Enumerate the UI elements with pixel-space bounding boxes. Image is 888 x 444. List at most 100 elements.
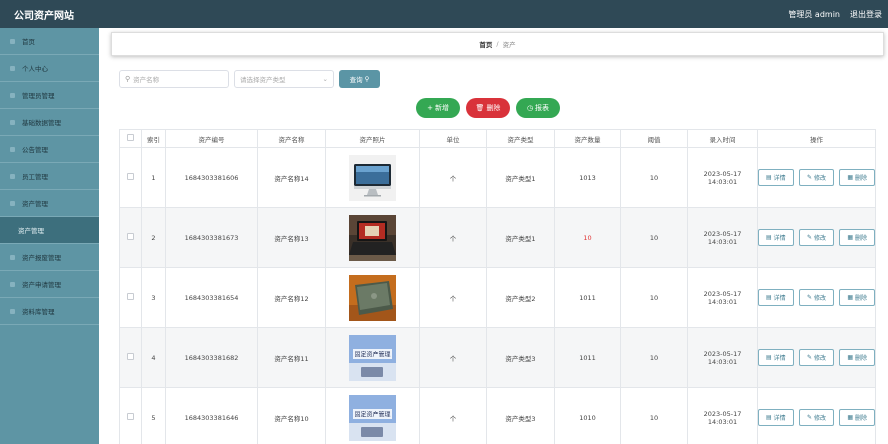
column-header[interactable]: 资产名称 — [257, 129, 326, 148]
delete-label: 删除 — [855, 235, 868, 242]
detail-button[interactable]: ▤ 详情 — [758, 169, 794, 186]
detail-button[interactable]: ▤ 详情 — [758, 289, 794, 306]
delete-label: 删除 — [855, 175, 868, 182]
row-select-cell — [119, 327, 142, 388]
edit-button[interactable]: ✎ 修改 — [798, 229, 835, 246]
search-icon: ⚲ — [364, 75, 370, 83]
table-row: 5 1684303381646 资产名称10 固定资产管理 个 资产类型3 10… — [119, 387, 876, 444]
sidebar-item-label: 公告管理 — [22, 146, 48, 154]
detail-button[interactable]: ▤ 详情 — [758, 409, 794, 426]
logout-link[interactable]: 退出登录 — [850, 9, 882, 20]
cell-code: 1684303381673 — [165, 207, 258, 268]
delete-button[interactable]: ▦ 删除 — [839, 349, 876, 366]
cell-name: 资产名称13 — [257, 207, 326, 268]
sidebar-subitem-assets[interactable]: 资产管理 — [0, 217, 99, 244]
delete-button[interactable]: ▦ 删除 — [839, 289, 876, 306]
query-button[interactable]: 查询 ⚲ — [339, 70, 380, 88]
asset-type-placeholder: 请选择资产类型 — [240, 76, 286, 84]
column-header[interactable]: 资产编号 — [165, 129, 258, 148]
delete-button[interactable]: ▦ 删除 — [839, 169, 876, 186]
column-header[interactable]: 资产数量 — [554, 129, 621, 148]
sidebar-item-profile[interactable]: 个人中心 — [0, 55, 99, 82]
select-all-checkbox[interactable] — [127, 134, 134, 141]
edit-button[interactable]: ✎ 修改 — [798, 409, 835, 426]
trash-icon: ▦ — [847, 234, 853, 241]
cell-type: 资产类型2 — [486, 267, 555, 328]
pencil-icon: ✎ — [806, 294, 813, 301]
sidebar-item-label: 资产申请管理 — [22, 281, 61, 289]
sidebar-item-home[interactable]: 首页 — [0, 28, 99, 55]
pencil-icon: ✎ — [806, 234, 813, 241]
cell-time: 2023-05-17 14:03:01 — [687, 267, 758, 328]
cell-name: 资产名称12 — [257, 267, 326, 328]
breadcrumb-current: 资产 — [502, 41, 516, 49]
staff-icon — [10, 173, 15, 179]
chevron-down-icon: ⌄ — [322, 75, 328, 83]
row-select-cell — [119, 147, 142, 208]
detail-button[interactable]: ▤ 详情 — [758, 349, 794, 366]
edit-button[interactable]: ✎ 修改 — [798, 349, 835, 366]
row-checkbox[interactable] — [127, 173, 134, 180]
current-user[interactable]: 管理员 admin — [788, 9, 840, 20]
asset-name-placeholder: 资产名称 — [133, 76, 160, 84]
asset-photo-laptop-closed[interactable] — [349, 274, 396, 321]
batch-delete-button[interactable]: 🗑 删除 — [466, 98, 510, 118]
cell-index: 5 — [141, 387, 166, 444]
document-icon: ▤ — [765, 234, 772, 241]
column-header[interactable]: 资产照片 — [325, 129, 420, 148]
edit-button[interactable]: ✎ 修改 — [798, 169, 835, 186]
asset-photo-poster[interactable]: 固定资产管理 — [349, 394, 396, 441]
document-icon: ▤ — [765, 174, 772, 181]
column-header[interactable]: 单位 — [419, 129, 487, 148]
sidebar-item-scrap[interactable]: 资产报废管理 — [0, 244, 99, 271]
cell-threshold: 10 — [620, 147, 688, 208]
cell-name: 资产名称14 — [257, 147, 326, 208]
pencil-icon: ✎ — [806, 354, 813, 361]
table-row: 4 1684303381682 资产名称11 固定资产管理 个 资产类型3 10… — [119, 327, 876, 388]
cell-name: 资产名称10 — [257, 387, 326, 444]
cell-qty: 1011 — [554, 327, 621, 388]
sidebar-item-staff[interactable]: 员工管理 — [0, 163, 99, 190]
row-checkbox[interactable] — [127, 233, 134, 240]
add-button[interactable]: + 新增 — [416, 98, 460, 118]
sidebar-item-library[interactable]: 资料库管理 — [0, 298, 99, 325]
cell-time: 2023-05-17 14:03:01 — [687, 207, 758, 268]
sidebar-item-base-data[interactable]: 基础数据管理 — [0, 109, 99, 136]
asset-photo-laptop[interactable] — [349, 214, 396, 261]
sidebar-item-notices[interactable]: 公告管理 — [0, 136, 99, 163]
breadcrumb-home[interactable]: 首页 — [479, 39, 492, 49]
sidebar-item-apply[interactable]: 资产申请管理 — [0, 271, 99, 298]
detail-label: 详情 — [773, 175, 786, 182]
top-right: 管理员 admin 退出登录 — [788, 9, 882, 20]
sidebar-item-label: 资产管理 — [18, 227, 44, 235]
asset-name-input[interactable]: ⚲ 资产名称 — [119, 70, 229, 88]
cell-time: 2023-05-17 14:03:01 — [687, 147, 758, 208]
row-checkbox[interactable] — [127, 353, 134, 360]
cell-type: 资产类型1 — [486, 207, 555, 268]
asset-type-select[interactable]: 请选择资产类型 ⌄ — [234, 70, 334, 88]
column-header[interactable]: 录入时间 — [687, 129, 758, 148]
table-header-row: 索引 资产编号 资产名称 资产照片 单位 资产类型 资产数量 阈值 录入时间 操… — [119, 129, 876, 148]
delete-button[interactable]: ▦ 删除 — [839, 409, 876, 426]
column-header[interactable]: 索引 — [141, 129, 166, 148]
table-row: 1 1684303381606 资产名称14 个 资产类型1 1013 10 2… — [119, 147, 876, 208]
cell-index: 4 — [141, 327, 166, 388]
asset-photo-poster[interactable]: 固定资产管理 — [349, 334, 396, 381]
report-button[interactable]: ◷ 报表 — [516, 98, 560, 118]
cell-code: 1684303381654 — [165, 267, 258, 328]
cell-threshold: 10 — [620, 267, 688, 328]
select-all-cell[interactable] — [119, 129, 142, 148]
row-checkbox[interactable] — [127, 413, 134, 420]
asset-table: 索引 资产编号 资产名称 资产照片 单位 资产类型 资产数量 阈值 录入时间 操… — [119, 129, 876, 444]
delete-button[interactable]: ▦ 删除 — [839, 229, 876, 246]
edit-button[interactable]: ✎ 修改 — [798, 289, 835, 306]
asset-photo-imac[interactable] — [349, 154, 396, 201]
sidebar-item-assets[interactable]: 资产管理 — [0, 190, 99, 217]
column-header[interactable]: 阈值 — [620, 129, 688, 148]
row-checkbox[interactable] — [127, 293, 134, 300]
main-content: 首页 / 资产 ⚲ 资产名称 请选择资产类型 ⌄ 查询 ⚲ + 新增 🗑 删除 ◷ 报… — [99, 28, 888, 444]
column-header[interactable]: 资产类型 — [486, 129, 555, 148]
sidebar-item-admins[interactable]: 管理员管理 — [0, 82, 99, 109]
admin-icon — [10, 92, 15, 98]
detail-button[interactable]: ▤ 详情 — [758, 229, 794, 246]
